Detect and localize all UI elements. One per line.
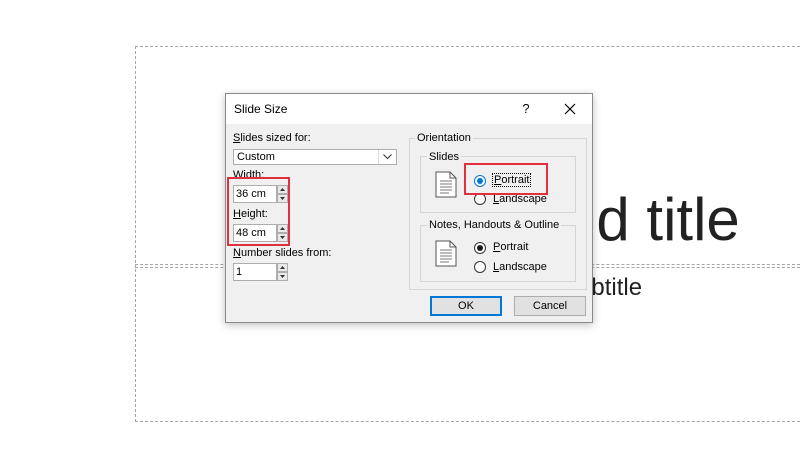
close-icon: [564, 103, 576, 115]
arrow-up-icon: [280, 266, 285, 269]
portrait-page-icon: [435, 240, 457, 267]
slides-sized-for-label: Slides sized for:: [233, 132, 311, 144]
arrow-up-icon: [280, 188, 285, 191]
slides-landscape-label[interactable]: Landscape: [493, 193, 547, 205]
height-spinner: 48 cm: [233, 224, 288, 242]
number-increment-button[interactable]: [277, 263, 288, 272]
width-label: Width:: [233, 169, 265, 181]
slides-portrait-radio[interactable]: [474, 175, 486, 187]
slide-size-dialog: Slide Size ? Slides sized for: Custom Wi…: [225, 93, 593, 323]
close-button[interactable]: [560, 99, 580, 119]
arrow-down-icon: [280, 197, 285, 200]
number-slides-from-label: Number slides from:: [233, 247, 332, 259]
number-decrement-button[interactable]: [277, 272, 288, 281]
notes-landscape-label[interactable]: Landscape: [493, 261, 547, 273]
dialog-title: Slide Size: [234, 102, 288, 116]
orientation-label: Orientation: [415, 132, 473, 144]
width-input[interactable]: 36 cm: [233, 185, 277, 203]
cancel-button[interactable]: Cancel: [514, 296, 586, 316]
height-label: Height:: [233, 208, 268, 220]
chevron-down-icon[interactable]: [378, 150, 396, 164]
notes-portrait-label[interactable]: Portrait: [493, 241, 528, 253]
height-input[interactable]: 48 cm: [233, 224, 277, 242]
slides-landscape-radio[interactable]: [474, 193, 486, 205]
dialog-titlebar[interactable]: Slide Size ?: [226, 94, 592, 124]
height-decrement-button[interactable]: [277, 233, 288, 242]
number-slides-from-spinner: 1: [233, 263, 288, 281]
notes-portrait-radio[interactable]: [474, 242, 486, 254]
width-decrement-button[interactable]: [277, 194, 288, 203]
arrow-down-icon: [280, 275, 285, 278]
slides-sized-for-select[interactable]: Custom: [233, 149, 397, 165]
portrait-page-icon: [435, 171, 457, 198]
height-increment-button[interactable]: [277, 224, 288, 233]
width-spinner: 36 cm: [233, 185, 288, 203]
notes-landscape-radio[interactable]: [474, 261, 486, 273]
ok-button[interactable]: OK: [430, 296, 502, 316]
arrow-up-icon: [280, 227, 285, 230]
slides-orientation-label: Slides: [427, 151, 461, 163]
help-button[interactable]: ?: [518, 100, 534, 118]
number-slides-from-input[interactable]: 1: [233, 263, 277, 281]
slides-portrait-label[interactable]: Portrait: [492, 173, 532, 187]
slides-sized-for-value: Custom: [237, 151, 275, 163]
arrow-down-icon: [280, 236, 285, 239]
notes-orientation-label: Notes, Handouts & Outline: [427, 219, 562, 231]
width-increment-button[interactable]: [277, 185, 288, 194]
